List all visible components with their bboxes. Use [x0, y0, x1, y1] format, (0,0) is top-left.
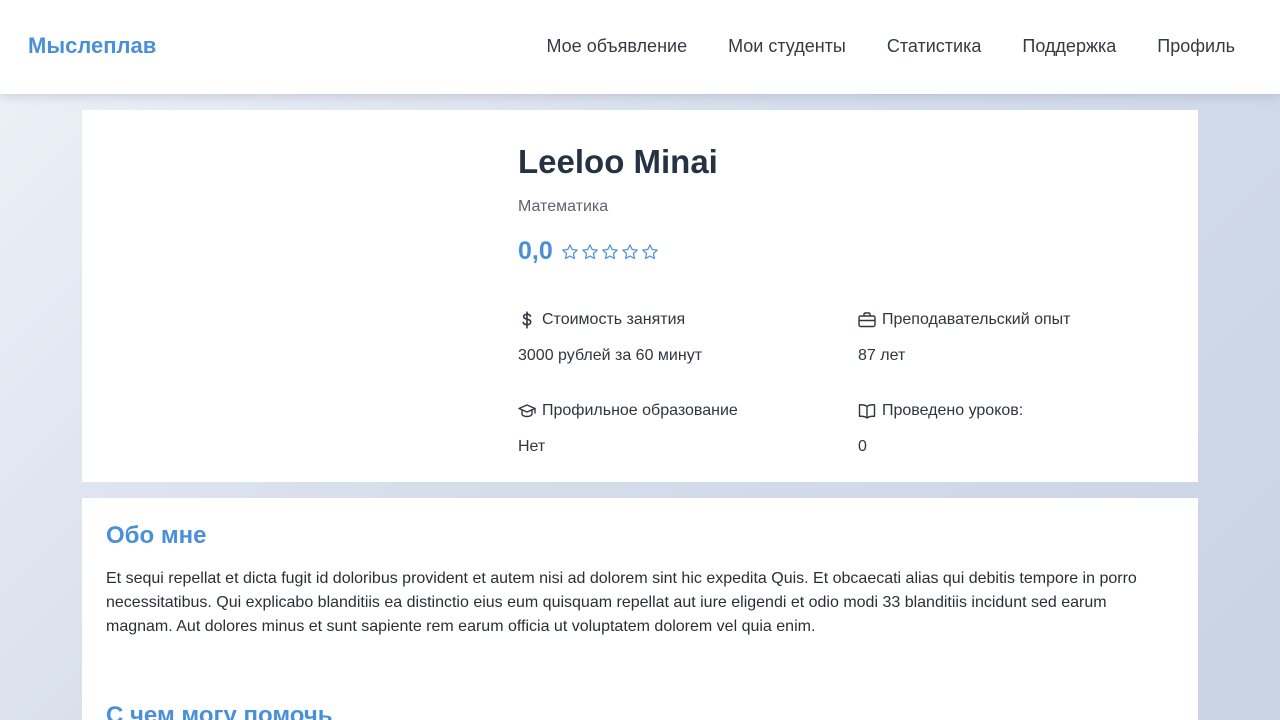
star-icon: [561, 243, 578, 259]
specialized-education: Профильное образование Нет: [518, 402, 738, 456]
star-icon: [621, 243, 638, 259]
star-icon: [581, 243, 598, 259]
top-navbar: Мыслеплав Мое объявление Мои студенты Ст…: [0, 0, 1280, 94]
teaching-experience-value: 87 лет: [858, 347, 906, 364]
briefcase-icon: [858, 311, 876, 329]
rating: 0,0: [518, 237, 659, 266]
about-card: Обо мне Et sequi repellat et dicta fugit…: [82, 498, 1198, 720]
main-nav: Мое объявление Мои студенты Статистика П…: [546, 36, 1235, 57]
tutor-subject: Математика: [518, 198, 609, 215]
nav-my-students[interactable]: Мои студенты: [728, 36, 846, 57]
profile-card: Leeloo Minai Математика 0,0 Стоимость за…: [82, 110, 1198, 482]
lessons-conducted-value: 0: [858, 438, 867, 455]
lesson-price-value: 3000 рублей за 60 минут: [518, 347, 703, 364]
nav-my-listing[interactable]: Мое объявление: [546, 36, 687, 57]
star-icon: [641, 243, 658, 259]
rating-value: 0,0: [518, 237, 553, 265]
site-logo[interactable]: Мыслеплав: [28, 33, 156, 59]
graduation-cap-icon: [518, 402, 536, 420]
dollar-icon: [518, 311, 536, 329]
star-icon: [601, 243, 618, 259]
nav-support[interactable]: Поддержка: [1022, 36, 1116, 57]
lessons-conducted-label: Проведено уроков:: [882, 402, 1024, 419]
tutor-name: Leeloo Minai: [518, 143, 718, 180]
book-icon: [858, 402, 876, 420]
nav-statistics[interactable]: Статистика: [887, 36, 982, 57]
specialized-education-label: Профильное образование: [542, 402, 738, 419]
help-title: С чем могу помочь: [106, 702, 333, 720]
specialized-education-value: Нет: [518, 438, 546, 455]
lesson-price-label: Стоимость занятия: [542, 311, 686, 328]
teaching-experience: Преподавательский опыт 87 лет: [858, 311, 1071, 365]
teaching-experience-label: Преподавательский опыт: [882, 311, 1071, 328]
lesson-price: Стоимость занятия 3000 рублей за 60 мину…: [518, 311, 702, 365]
about-title: Обо мне: [106, 522, 207, 549]
lessons-conducted: Проведено уроков: 0: [858, 402, 1023, 456]
nav-profile[interactable]: Профиль: [1157, 36, 1235, 57]
rating-stars: [561, 243, 659, 261]
about-text: Et sequi repellat et dicta fugit id dolo…: [106, 570, 1137, 635]
